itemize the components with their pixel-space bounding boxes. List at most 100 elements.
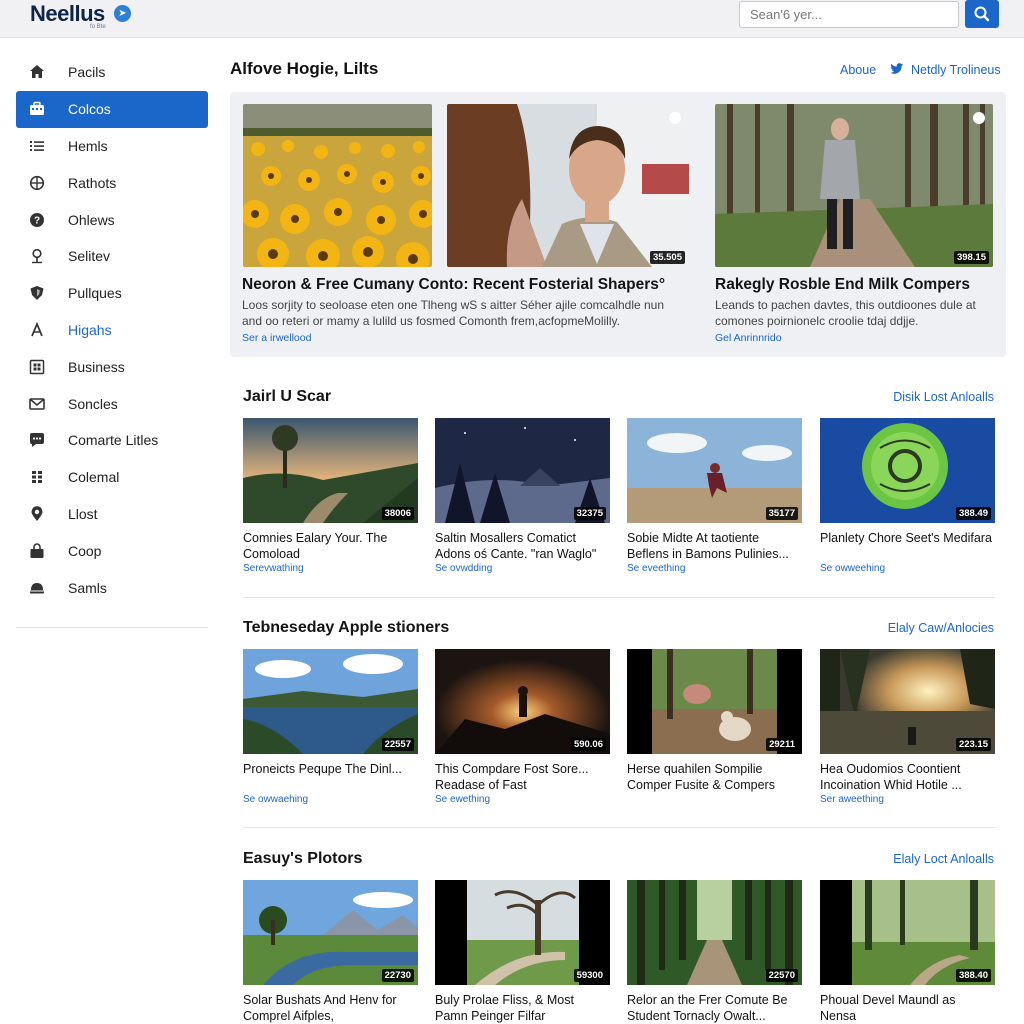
section-see-all-link[interactable]: Elaly Loct Anloalls bbox=[893, 852, 994, 866]
sidebar-item-pullques[interactable]: Pullques bbox=[16, 275, 208, 312]
video-thumbnail[interactable]: 35177 bbox=[627, 418, 802, 523]
home-icon bbox=[28, 63, 46, 81]
video-card[interactable]: 22730 Solar Bushats And Henv for Comprel… bbox=[243, 880, 418, 1024]
video-thumbnail[interactable]: 590.06 bbox=[435, 649, 610, 754]
sidebar-item-label: Higahs bbox=[68, 321, 112, 338]
sidebar-item-label: Pullques bbox=[68, 285, 122, 302]
search-input[interactable] bbox=[739, 1, 959, 28]
video-card[interactable]: 59300 Buly Prolae Fliss, & Most Pamn Pei… bbox=[435, 880, 610, 1024]
video-card[interactable]: 388.40 Phoual Devel Maundl as Nensa bbox=[820, 880, 995, 1024]
sidebar-item-label: Samls bbox=[68, 579, 107, 596]
featured-thumbnail-man[interactable]: 35.505 bbox=[447, 104, 689, 267]
video-duration: 388.49 bbox=[955, 507, 991, 520]
video-duration: 388.40 bbox=[955, 969, 991, 982]
video-title[interactable]: This Compdare Fost Sore... Readase of Fa… bbox=[435, 762, 610, 793]
sidebar-item-soncles[interactable]: Soncles bbox=[16, 385, 208, 422]
video-thumbnail[interactable]: 32375 bbox=[435, 418, 610, 523]
featured-title[interactable]: Rakegly Rosble End Milk Compers bbox=[715, 276, 970, 294]
video-duration: 35.505 bbox=[649, 251, 685, 264]
video-thumbnail[interactable]: 223.15 bbox=[820, 649, 995, 754]
video-meta[interactable]: Se ovwdding bbox=[435, 563, 610, 574]
video-card[interactable]: 35177 Sobie Midte At taotiente Beflens i… bbox=[627, 418, 802, 574]
grid-icon bbox=[28, 358, 46, 376]
text-icon bbox=[28, 321, 46, 339]
video-card[interactable]: 29211 Herse quahilen Sompilie Comper Fus… bbox=[627, 649, 802, 794]
twitter-link[interactable]: Netdly Trolineus bbox=[911, 63, 1001, 77]
video-thumbnail[interactable]: 22557 bbox=[243, 649, 418, 754]
video-meta[interactable]: Se ewething bbox=[435, 794, 610, 805]
section-see-all-link[interactable]: Disik Lost Anloalls bbox=[893, 390, 994, 404]
video-title[interactable]: Comnies Ealary Your. The Comoload bbox=[243, 531, 418, 562]
video-meta[interactable]: Ser aweething bbox=[820, 794, 995, 805]
sidebar-item-selitev[interactable]: Selitev bbox=[16, 238, 208, 275]
section-title: Easuy's Plotors bbox=[243, 850, 363, 867]
sidebar-item-hemls[interactable]: Hemls bbox=[16, 128, 208, 165]
video-duration: 22557 bbox=[381, 738, 414, 751]
video-duration: 32375 bbox=[573, 507, 606, 520]
section-see-all-link[interactable]: Elaly Caw/Anlocies bbox=[888, 621, 994, 635]
video-title[interactable]: Phoual Devel Maundl as Nensa bbox=[820, 993, 995, 1024]
video-card[interactable]: 590.06 This Compdare Fost Sore... Readas… bbox=[435, 649, 610, 805]
sidebar-item-business[interactable]: Business bbox=[16, 348, 208, 385]
sidebar-item-higahs[interactable]: Higahs bbox=[16, 312, 208, 349]
video-duration: 22730 bbox=[381, 969, 414, 982]
logo-tagline: fo Bte bbox=[90, 24, 106, 30]
sidebar-item-colcos[interactable]: Colcos bbox=[16, 90, 208, 128]
video-thumbnail[interactable]: 38006 bbox=[243, 418, 418, 523]
globe-icon bbox=[28, 174, 46, 192]
video-thumbnail[interactable]: 59300 bbox=[435, 880, 610, 985]
sidebar-item-coop[interactable]: Coop bbox=[16, 532, 208, 569]
video-title[interactable]: Buly Prolae Fliss, & Most Pamn Peinger F… bbox=[435, 993, 610, 1024]
sidebar-item-rathots[interactable]: Rathots bbox=[16, 164, 208, 201]
video-thumbnail[interactable]: 22570 bbox=[627, 880, 802, 985]
video-thumbnail[interactable]: 388.40 bbox=[820, 880, 995, 985]
video-card[interactable]: 22570 Relor an the Frer Comute Be Studen… bbox=[627, 880, 802, 1024]
video-card[interactable]: 223.15 Hea Oudomios Coontient Incoinatio… bbox=[820, 649, 995, 805]
twitter-icon[interactable] bbox=[890, 63, 904, 76]
video-card[interactable]: 32375 Saltin Mosallers Comatict Adons oś… bbox=[435, 418, 610, 574]
sidebar-item-label: Hemls bbox=[68, 137, 108, 154]
sidebar-item-colemal[interactable]: Colemal bbox=[16, 459, 208, 496]
search-button[interactable] bbox=[965, 0, 999, 28]
video-thumbnail[interactable]: 22730 bbox=[243, 880, 418, 985]
video-meta[interactable]: Serevwathing bbox=[243, 563, 418, 574]
about-link[interactable]: Aboue bbox=[840, 63, 876, 77]
sidebar-item-ohlews[interactable]: ? Ohlews bbox=[16, 201, 208, 238]
logo-arrow-icon: ➤ bbox=[114, 5, 131, 22]
info-icon[interactable] bbox=[669, 112, 681, 124]
video-card[interactable]: 388.49 Planlety Chore Seet's Medifara Se… bbox=[820, 418, 995, 574]
video-title[interactable]: Herse quahilen Sompilie Comper Fusite & … bbox=[627, 762, 802, 793]
video-thumbnail[interactable]: 29211 bbox=[627, 649, 802, 754]
featured-thumbnail-forest[interactable]: 398.15 bbox=[715, 104, 993, 267]
video-title[interactable]: Hea Oudomios Coontient Incoination Whid … bbox=[820, 762, 995, 793]
featured-link[interactable]: Ser a irwellood bbox=[242, 332, 311, 344]
shield-icon bbox=[28, 284, 46, 302]
sidebar-item-llost[interactable]: Llost bbox=[16, 496, 208, 533]
sidebar-item-comarte-litles[interactable]: Comarte Litles bbox=[16, 422, 208, 459]
video-meta[interactable]: Se owwaehing bbox=[243, 794, 418, 805]
chat-icon bbox=[28, 431, 46, 449]
sidebar-item-label: Business bbox=[68, 358, 125, 375]
video-meta[interactable]: Se eveething bbox=[627, 563, 802, 574]
page-title: Alfove Hogie, Lilts bbox=[230, 59, 379, 78]
sidebar-item-pacils[interactable]: Pacils bbox=[16, 54, 208, 91]
sidebar: Pacils Colcos Hemls Rathots ? Ohlews Sel… bbox=[16, 54, 208, 606]
video-duration: 35177 bbox=[765, 507, 798, 520]
video-meta[interactable]: Se owweehing bbox=[820, 563, 995, 574]
video-title[interactable]: Planlety Chore Seet's Medifara bbox=[820, 531, 995, 562]
pin-icon bbox=[28, 247, 46, 265]
featured-thumbnail-flowers[interactable] bbox=[243, 104, 432, 267]
video-card[interactable]: 38006 Comnies Ealary Your. The Comoload … bbox=[243, 418, 418, 574]
sidebar-item-label: Selitev bbox=[68, 248, 111, 265]
sidebar-item-samls[interactable]: Samls bbox=[16, 569, 208, 606]
video-thumbnail[interactable]: 388.49 bbox=[820, 418, 995, 523]
video-card[interactable]: 22557 Proneicts Pequpe The Dinl... Se ow… bbox=[243, 649, 418, 805]
video-title[interactable]: Solar Bushats And Henv for Comprel Aifpl… bbox=[243, 993, 418, 1024]
video-title[interactable]: Proneicts Pequpe The Dinl... bbox=[243, 762, 418, 793]
info-icon[interactable] bbox=[973, 112, 985, 124]
video-title[interactable]: Saltin Mosallers Comatict Adons oś Cante… bbox=[435, 531, 610, 562]
featured-link[interactable]: Gel Anrinnrido bbox=[715, 332, 782, 344]
featured-title[interactable]: Neoron & Free Cumany Conto: Recent Foste… bbox=[242, 276, 665, 294]
video-title[interactable]: Relor an the Frer Comute Be Student Torn… bbox=[627, 993, 802, 1024]
video-title[interactable]: Sobie Midte At taotiente Beflens in Bamo… bbox=[627, 531, 802, 562]
